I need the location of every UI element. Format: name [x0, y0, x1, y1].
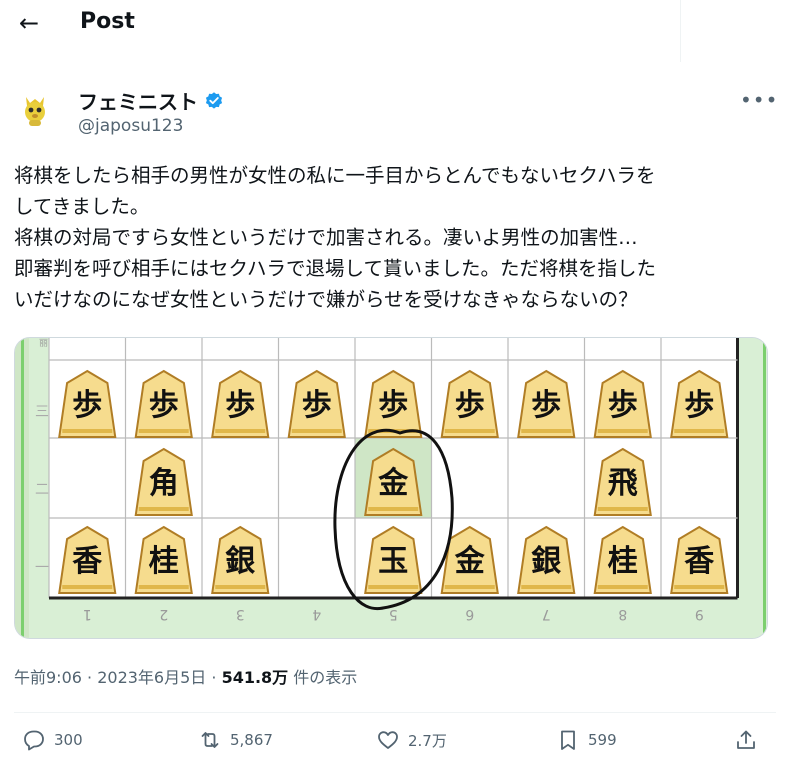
piece-label: 歩	[378, 388, 408, 423]
piece-label: 歩	[531, 388, 561, 423]
page-title: Post	[80, 9, 135, 34]
piece-label: 桂	[149, 544, 179, 579]
piece-label: 香	[684, 544, 714, 579]
view-count-label: 件の表示	[293, 668, 358, 687]
name-row: フェミニスト	[78, 86, 224, 115]
bookmark-button[interactable]: 599	[556, 728, 617, 752]
share-button[interactable]	[734, 728, 766, 752]
post-date[interactable]: 2023年6月5日	[97, 668, 206, 687]
share-icon	[737, 730, 755, 749]
like-button[interactable]: 2.7万	[376, 728, 447, 752]
reply-count: 300	[54, 731, 83, 749]
svg-text:一: 一	[35, 560, 49, 576]
file-label: 1	[83, 606, 92, 622]
author-row: フェミニスト @japosu123 •••	[0, 80, 790, 140]
piece-label: 飛	[608, 466, 638, 501]
repost-icon	[201, 732, 219, 748]
action-bar: 300 5,867 2.7万 599	[0, 728, 790, 764]
svg-text:二: 二	[35, 482, 49, 498]
heart-icon	[378, 731, 398, 749]
piece-label: 金	[377, 466, 409, 501]
svg-text:丽: 丽	[39, 338, 48, 349]
file-label: 2	[159, 606, 168, 622]
piece-label: 玉	[378, 544, 408, 579]
piece-label: 歩	[684, 388, 714, 423]
piece-label: 歩	[225, 388, 255, 423]
like-count: 2.7万	[408, 731, 447, 750]
post-text: 将棋をしたら相手の男性が女性の私に一手目からとんでもないセクハラを してきました…	[14, 164, 656, 311]
view-count: 541.8万	[221, 668, 289, 687]
piece-label: 金	[454, 544, 486, 579]
svg-text:三: 三	[35, 404, 49, 420]
piece-label: 銀	[225, 544, 255, 579]
piece-label: 歩	[149, 388, 179, 423]
file-label: 4	[312, 606, 321, 622]
file-label: 7	[542, 606, 551, 622]
piece-label: 香	[72, 544, 102, 579]
piece-label: 桂	[608, 544, 638, 579]
shogi-board-image: 丽 三 二 一 歩歩歩歩歩歩歩歩歩角金飛香桂銀玉金銀桂香 123456789	[15, 338, 767, 638]
reply-button[interactable]: 300	[22, 728, 83, 752]
bookmark-icon	[561, 730, 575, 750]
piece-label: 歩	[72, 388, 102, 423]
file-label: 6	[465, 606, 474, 622]
verified-badge-icon	[205, 91, 223, 109]
cartoon-avatar-icon	[14, 88, 56, 130]
piece-label: 角	[149, 466, 179, 501]
piece-label: 歩	[608, 388, 638, 423]
piece-label: 歩	[455, 388, 485, 423]
repost-button[interactable]: 5,867	[198, 728, 273, 752]
avatar[interactable]	[14, 88, 56, 130]
post-meta: 午前9:06 · 2023年6月5日 · 541.8万 件の表示	[14, 668, 358, 687]
divider	[14, 712, 776, 713]
file-label: 8	[618, 606, 627, 622]
display-name[interactable]: フェミニスト	[78, 86, 198, 115]
bookmark-count: 599	[588, 731, 617, 749]
user-handle[interactable]: @japosu123	[78, 116, 183, 136]
more-options-icon[interactable]: •••	[740, 90, 777, 114]
post-time[interactable]: 午前9:06	[14, 668, 82, 687]
post-image[interactable]: 丽 三 二 一 歩歩歩歩歩歩歩歩歩角金飛香桂銀玉金銀桂香 123456789	[14, 337, 768, 639]
piece-label: 銀	[531, 544, 561, 579]
file-label: 5	[389, 606, 398, 622]
file-label: 9	[695, 606, 704, 622]
repost-count: 5,867	[230, 731, 273, 749]
piece-label: 歩	[302, 388, 332, 423]
divider	[680, 0, 681, 62]
reply-icon	[24, 730, 44, 751]
header: ← Post	[0, 0, 790, 62]
arrow-left-icon[interactable]: ←	[14, 9, 44, 39]
file-label: 3	[236, 606, 245, 622]
